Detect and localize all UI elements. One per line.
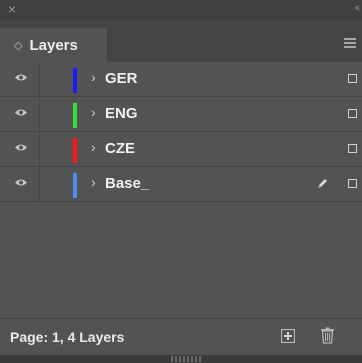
layer-color-swatch xyxy=(73,68,77,93)
layer-name[interactable]: ENG xyxy=(105,105,138,122)
layer-row-eng[interactable]: › ENG xyxy=(0,97,362,132)
tab-label: Layers xyxy=(29,36,78,54)
expand-chevron-icon[interactable]: › xyxy=(91,139,96,155)
sort-arrows-icon: ◇ xyxy=(14,39,23,52)
tab-bar: ◇ Layers xyxy=(0,20,362,62)
layer-selection-box[interactable] xyxy=(348,179,357,188)
layer-color-swatch xyxy=(73,173,77,198)
visibility-divider xyxy=(39,97,40,131)
expand-chevron-icon[interactable]: › xyxy=(91,104,96,120)
close-icon[interactable]: × xyxy=(8,1,16,17)
expand-chevron-icon[interactable]: › xyxy=(91,174,96,190)
layer-color-swatch xyxy=(73,138,77,163)
resize-grip[interactable] xyxy=(171,356,203,362)
layer-list: › GER › ENG › CZE › Base_ xyxy=(0,62,362,202)
visibility-divider xyxy=(39,132,40,166)
layer-name[interactable]: Base_ xyxy=(105,175,149,192)
eye-icon[interactable] xyxy=(14,108,28,117)
panel-title-strip: × ‹‹ xyxy=(0,0,362,20)
visibility-divider xyxy=(39,62,40,96)
layers-panel: × ‹‹ ◇ Layers › GER › ENG › CZE › Base_ … xyxy=(0,0,362,363)
expand-chevron-icon[interactable]: › xyxy=(91,69,96,85)
layer-selection-box[interactable] xyxy=(348,144,357,153)
panel-menu-icon[interactable] xyxy=(344,38,356,50)
layer-row-cze[interactable]: › CZE xyxy=(0,132,362,167)
layer-name[interactable]: GER xyxy=(105,70,138,87)
layer-name[interactable]: CZE xyxy=(105,140,135,157)
pen-icon xyxy=(318,179,327,188)
panel-footer: Page: 1, 4 Layers xyxy=(0,318,362,356)
panel-bottom-strip xyxy=(0,355,362,363)
collapse-panel-icon[interactable]: ‹‹ xyxy=(355,2,361,14)
eye-icon[interactable] xyxy=(14,73,28,82)
layer-color-swatch xyxy=(73,103,77,128)
visibility-divider xyxy=(39,167,40,201)
layer-count-status: Page: 1, 4 Layers xyxy=(10,329,125,345)
tab-layers[interactable]: ◇ Layers xyxy=(0,28,107,62)
new-layer-icon[interactable] xyxy=(281,329,295,343)
eye-icon[interactable] xyxy=(14,143,28,152)
layer-selection-box[interactable] xyxy=(348,109,357,118)
layer-selection-box[interactable] xyxy=(348,74,357,83)
layer-row-base[interactable]: › Base_ xyxy=(0,167,362,202)
eye-icon[interactable] xyxy=(14,178,28,187)
layer-row-ger[interactable]: › GER xyxy=(0,62,362,97)
trash-icon[interactable] xyxy=(320,327,335,344)
